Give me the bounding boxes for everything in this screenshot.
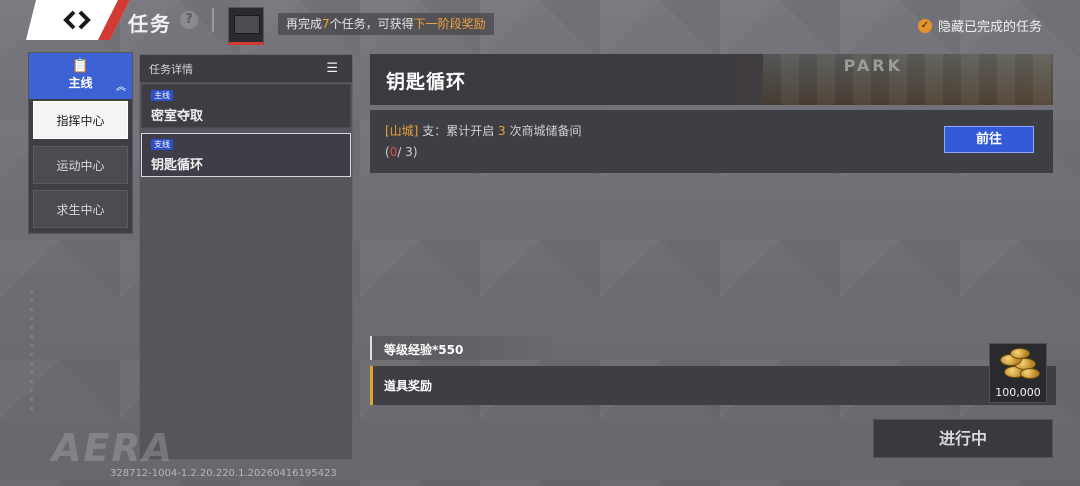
task-card[interactable]: 主线 密室夺取 xyxy=(141,84,351,128)
reward-exp-bar: 等级经验*550 xyxy=(370,336,552,360)
version-text: 328712-1004-1.2.20.220.1.20260416195423 xyxy=(110,468,337,479)
nav-main-category[interactable]: 📋 主线 ︽ xyxy=(29,53,132,99)
go-button[interactable]: 前往 xyxy=(944,126,1034,153)
stage-reward-notice: 再完成7个任务，可获得下一阶段奖励 xyxy=(278,13,494,35)
task-location: [山城] xyxy=(385,124,419,138)
task-description: [山城] 支：累计开启 3 次商城储备间 xyxy=(385,122,582,139)
notice-highlight: 下一阶段奖励 xyxy=(413,17,486,31)
checkmark-icon: ✓ xyxy=(917,18,932,33)
back-button[interactable] xyxy=(26,0,130,40)
task-tag: 支线 xyxy=(151,139,173,150)
category-nav: 📋 主线 ︽ 指挥中心 运动中心 求生中心 xyxy=(28,52,133,234)
task-detail-banner: PARK 钥匙循环 xyxy=(370,54,1053,105)
banner-image xyxy=(763,54,1053,105)
task-desc-part: 次商城储备间 xyxy=(509,124,582,138)
task-card-selected[interactable]: 支线 钥匙循环 xyxy=(141,133,351,177)
coin-count: 100,000 xyxy=(995,386,1041,399)
progress-total: / 3) xyxy=(397,145,418,159)
banner-sign-text: PARK xyxy=(843,56,903,75)
task-desc-number: 3 xyxy=(498,124,506,138)
chevron-up-icon: ︽ xyxy=(116,82,126,93)
page-title: 任务 xyxy=(128,12,172,36)
help-icon[interactable]: ? xyxy=(180,11,198,29)
nav-item-command-center[interactable]: 指挥中心 xyxy=(33,101,128,139)
reward-items-bar: 道具奖励 100,000 xyxy=(370,343,1056,405)
nav-item-survival-center[interactable]: 求生中心 xyxy=(33,190,128,228)
nav-item-sports-center[interactable]: 运动中心 xyxy=(33,146,128,184)
status-button[interactable]: 进行中 xyxy=(873,419,1053,458)
task-title: 钥匙循环 xyxy=(151,158,204,173)
task-list-panel: 任务详情 ☰ 主线 密室夺取 支线 钥匙循环 xyxy=(139,54,353,460)
reward-items-label: 道具奖励 xyxy=(384,379,433,393)
divider xyxy=(212,8,214,32)
notice-count: 7 xyxy=(322,17,330,31)
task-list-header: 任务详情 ☰ xyxy=(140,55,352,82)
task-detail-title: 钥匙循环 xyxy=(386,71,467,93)
task-tag: 主线 xyxy=(151,90,173,101)
hide-completed-label: 隐藏已完成的任务 xyxy=(937,20,1042,35)
task-progress: (0/ 3) xyxy=(385,145,418,159)
coin-reward-item[interactable]: 100,000 xyxy=(989,343,1047,403)
task-list-header-label: 任务详情 xyxy=(149,63,193,76)
reward-exp-label: 等级经验*550 xyxy=(384,343,464,357)
decor-dashes xyxy=(30,290,33,410)
task-desc-part: 支：累计开启 xyxy=(422,124,495,138)
notice-mid: 个任务，可获得 xyxy=(329,17,414,31)
clipboard-icon: 📋 xyxy=(71,58,90,74)
game-logo: AERA xyxy=(52,426,175,470)
hide-completed-toggle[interactable]: ✓ 隐藏已完成的任务 xyxy=(917,16,1042,35)
list-icon[interactable]: ☰ xyxy=(326,61,338,76)
notice-prefix: 再完成 xyxy=(286,17,323,31)
task-objective: [山城] 支：累计开启 3 次商城储备间 (0/ 3) 前往 xyxy=(370,110,1053,173)
reward-chest-icon[interactable] xyxy=(228,7,264,45)
task-title: 密室夺取 xyxy=(151,109,204,124)
